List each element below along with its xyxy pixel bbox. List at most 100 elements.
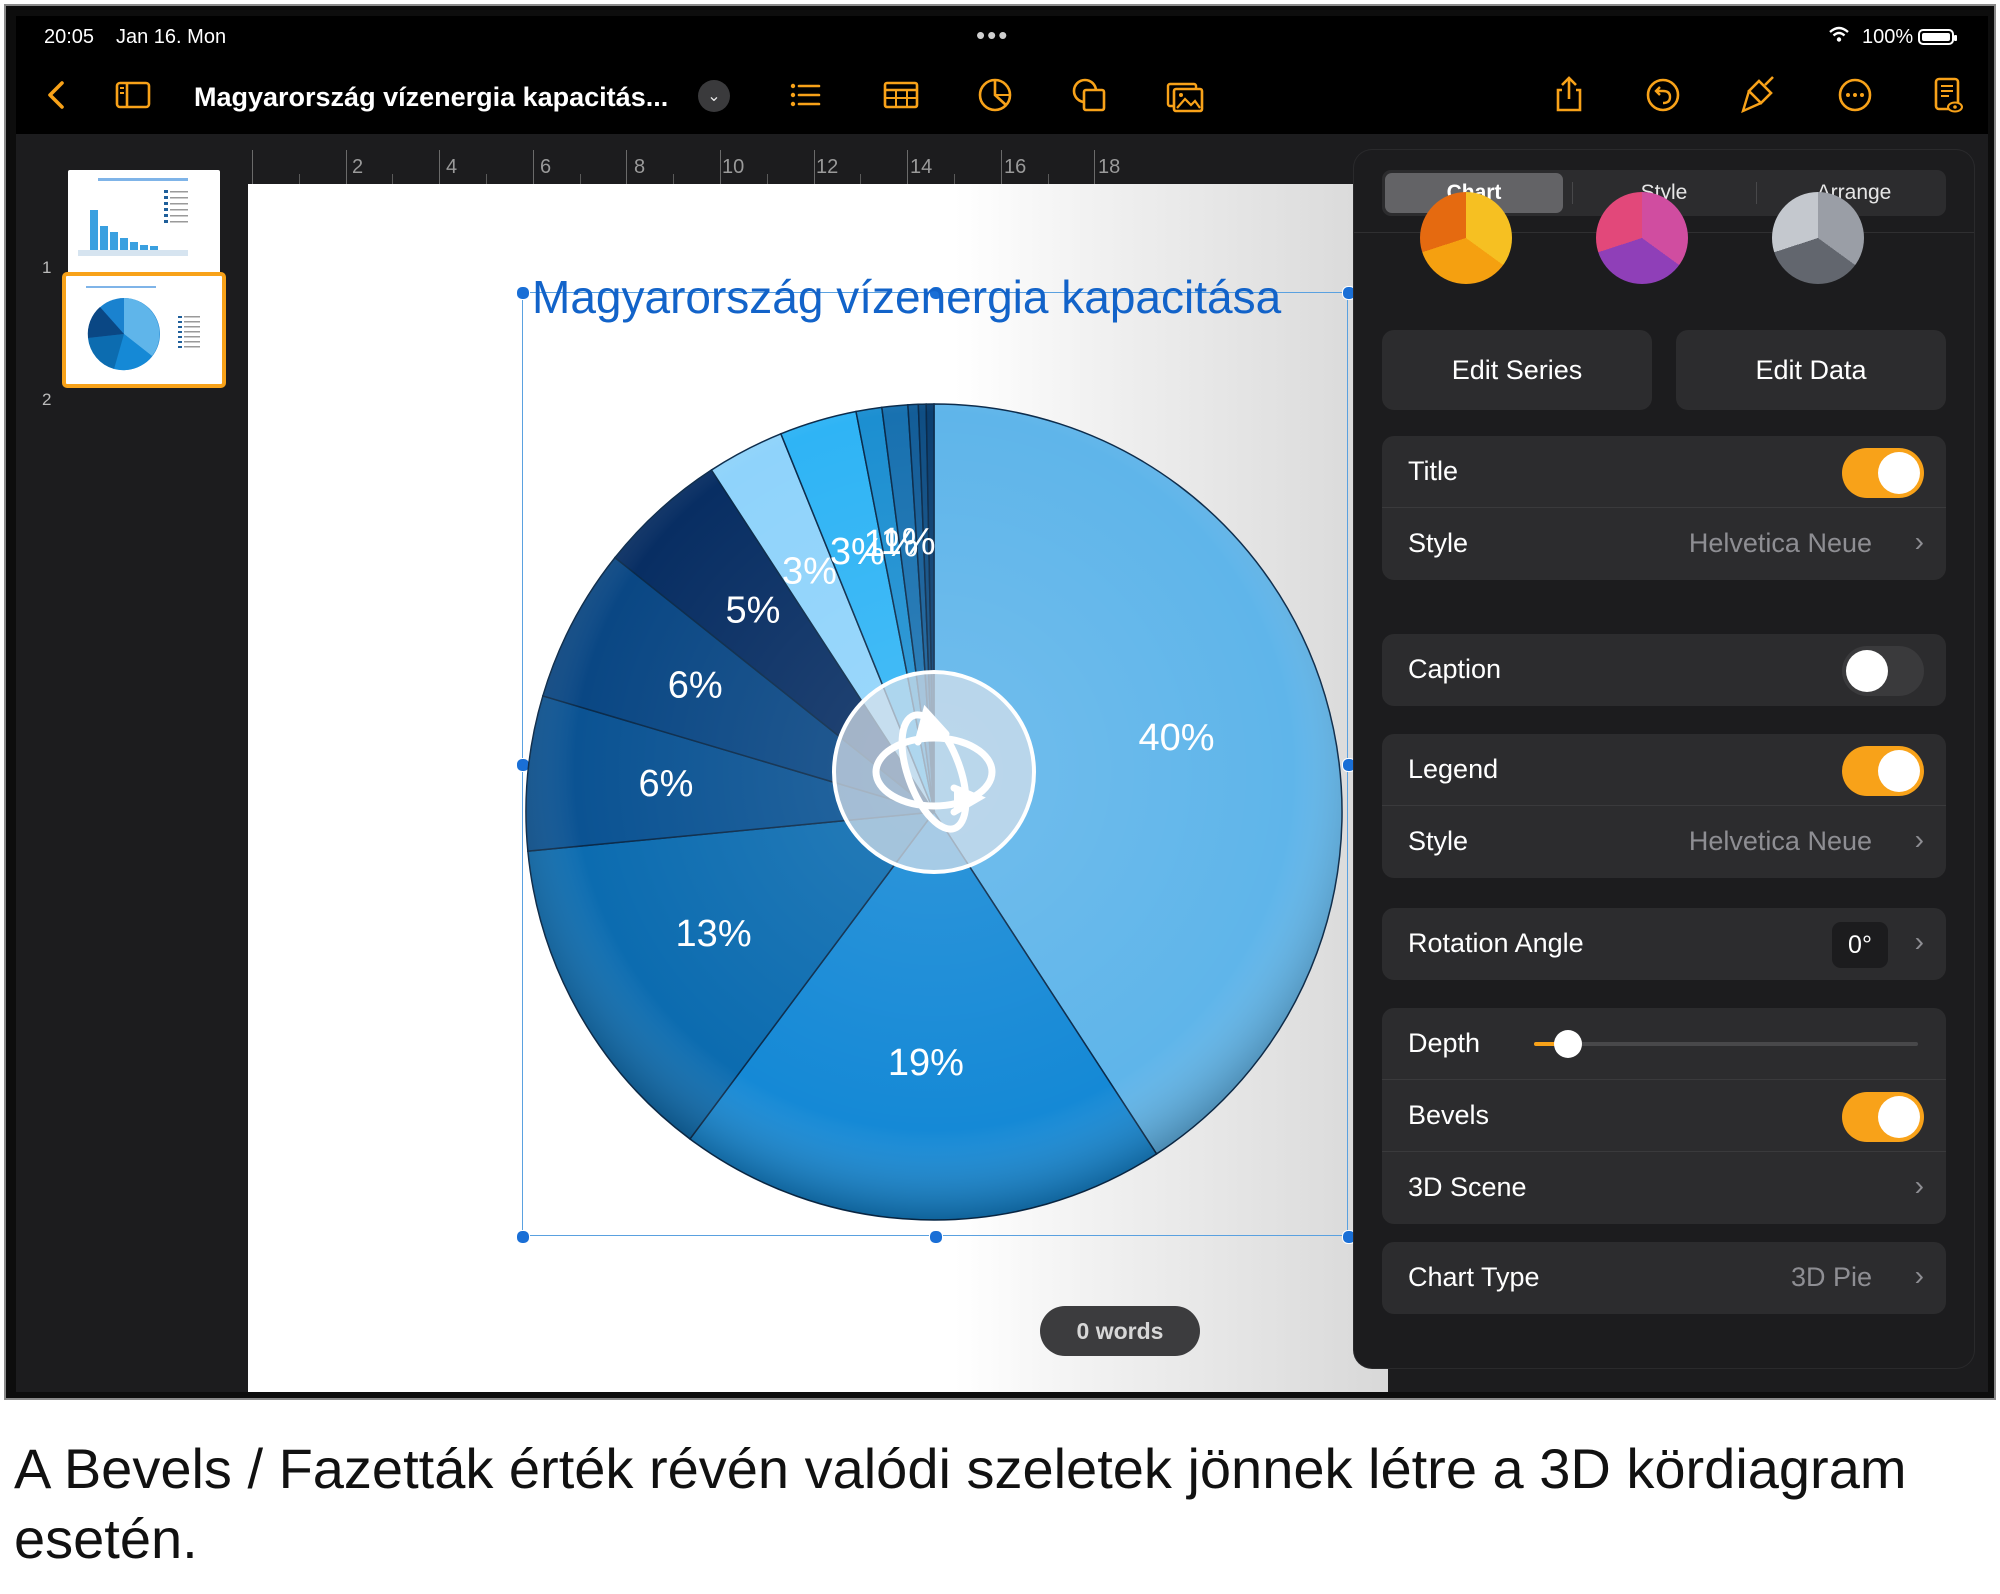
status-bar: 20:05 Jan 16. Mon ••• 100%	[16, 16, 1988, 60]
sidebar-toggle-icon[interactable]	[108, 70, 158, 120]
ruler-number: 6	[540, 156, 552, 178]
ruler-tick	[954, 174, 955, 184]
table-icon[interactable]	[876, 70, 926, 120]
ruler-tick	[1094, 150, 1096, 184]
share-icon[interactable]	[1544, 70, 1594, 120]
title-style-label: Style	[1408, 528, 1469, 558]
pie-slice-label: 19%	[888, 1042, 964, 1084]
legend-row: Legend	[1382, 734, 1946, 806]
rotation-angle-value[interactable]: 0°	[1832, 922, 1888, 968]
ruler-tick	[439, 150, 441, 184]
title-style-row[interactable]: Style Helvetica Neue ›	[1382, 508, 1946, 580]
title-toggle[interactable]	[1842, 448, 1924, 498]
depth-slider-track[interactable]	[1534, 1042, 1918, 1046]
chart-type-row[interactable]: Chart Type 3D Pie ›	[1382, 1242, 1946, 1314]
media-icon[interactable]	[1160, 70, 1210, 120]
color-swatch-gray[interactable]	[1772, 192, 1864, 284]
title-style-value: Helvetica Neue	[1688, 528, 1872, 558]
back-chevron-icon[interactable]	[32, 70, 82, 120]
word-count-badge: 0 words	[1040, 1306, 1200, 1356]
toolbar: Magyarország vízenergia kapacitás... ⌄	[16, 60, 1988, 134]
slide[interactable]: Magyarország vízenergia kapacitása 40% 19…	[248, 184, 1388, 1392]
pie-chart[interactable]: 40%19%13%6%6%5%3%3%1%1%	[524, 402, 1344, 1222]
chart-title[interactable]: Magyarország vízenergia kapacitása	[532, 270, 1281, 324]
legend-style-row[interactable]: Style Helvetica Neue ›	[1382, 806, 1946, 878]
rotate-3d-control[interactable]	[832, 670, 1036, 874]
depth-label: Depth	[1408, 1028, 1481, 1058]
ruler-tick	[392, 174, 394, 184]
ruler-number: 10	[722, 156, 745, 178]
pie-slice-label: 1%	[881, 521, 936, 563]
ruler-tick	[1000, 150, 1002, 184]
ruler-tick	[532, 150, 534, 184]
document-title[interactable]: Magyarország vízenergia kapacitás...	[194, 82, 668, 113]
format-brush-icon[interactable]	[1734, 70, 1784, 120]
bevels-label: Bevels	[1408, 1100, 1490, 1130]
ruler-tick	[252, 150, 253, 184]
battery-percent: 100%	[1862, 26, 1914, 48]
bevels-toggle[interactable]	[1842, 1092, 1924, 1142]
bevels-row: Bevels	[1382, 1080, 1946, 1152]
3d-scene-label: 3D Scene	[1408, 1172, 1527, 1202]
title-label: Title	[1408, 456, 1459, 486]
chart-type-value: 3D Pie	[1790, 1262, 1872, 1292]
caption-toggle[interactable]	[1842, 646, 1924, 696]
chevron-right-icon: ›	[1914, 926, 1924, 957]
legend-group: Legend Style Helvetica Neue ›	[1382, 734, 1946, 878]
title-chevron-down-icon[interactable]: ⌄	[698, 80, 730, 112]
ipad-screenshot-frame: 20:05 Jan 16. Mon ••• 100% Magyarország …	[4, 4, 1996, 1400]
presenter-notes-icon[interactable]	[1922, 70, 1972, 120]
pie-slice-label: 3%	[782, 550, 837, 592]
color-swatch-orange[interactable]	[1420, 192, 1512, 284]
undo-icon[interactable]	[1638, 70, 1688, 120]
ruler-tick	[673, 174, 675, 184]
color-swatch-purple[interactable]	[1596, 192, 1688, 284]
list-icon[interactable]	[780, 70, 830, 120]
chart-icon[interactable]	[970, 70, 1020, 120]
pie-slice-label: 6%	[639, 763, 694, 805]
edit-data-button[interactable]: Edit Data	[1676, 330, 1946, 410]
tab-divider	[1756, 182, 1757, 204]
resize-handle-bottom[interactable]	[929, 1230, 943, 1244]
ruler-number: 12	[816, 156, 839, 178]
chart-type-group: Chart Type 3D Pie ›	[1382, 1242, 1946, 1314]
rotation-group: Rotation Angle 0° ›	[1382, 908, 1946, 980]
ruler-tick	[345, 150, 347, 184]
shape-icon[interactable]	[1064, 70, 1114, 120]
title-group: Title Style Helvetica Neue ›	[1382, 436, 1946, 580]
slide-navigator: 1 2	[16, 134, 248, 1392]
slide-number-2: 2	[42, 390, 52, 409]
slide-thumbnail-1[interactable]	[68, 170, 220, 274]
resize-handle-top-left[interactable]	[516, 286, 530, 300]
depth-slider-knob[interactable]	[1554, 1030, 1582, 1058]
3d-scene-row[interactable]: 3D Scene ›	[1382, 1152, 1946, 1224]
slide-thumbnail-2[interactable]	[62, 272, 226, 388]
pie-slice-label: 13%	[676, 913, 752, 955]
pie-slice-label: 5%	[726, 590, 781, 632]
legend-label: Legend	[1408, 754, 1499, 784]
depth-row: Depth	[1382, 1008, 1946, 1080]
rotation-angle-row[interactable]: Rotation Angle 0° ›	[1382, 908, 1946, 980]
edit-series-button[interactable]: Edit Series	[1382, 330, 1652, 410]
ruler-tick	[1047, 174, 1049, 184]
legend-toggle[interactable]	[1842, 746, 1924, 796]
resize-handle-bottom-left[interactable]	[516, 1230, 530, 1244]
more-icon[interactable]	[1830, 70, 1880, 120]
chevron-right-icon: ›	[1914, 824, 1924, 855]
multitasking-dots-icon[interactable]: •••	[976, 20, 1009, 51]
chart-type-label: Chart Type	[1408, 1262, 1540, 1292]
caption-label: Caption	[1408, 654, 1502, 684]
ruler-tick	[813, 150, 815, 184]
caption-row: Caption	[1382, 634, 1946, 706]
rotation-angle-label: Rotation Angle	[1408, 928, 1584, 958]
status-time: 20:05	[44, 26, 95, 48]
caption-group: Caption	[1382, 634, 1946, 706]
chevron-right-icon: ›	[1914, 1260, 1924, 1291]
ruler-tick	[486, 174, 487, 184]
tab-divider	[1572, 182, 1573, 204]
ruler-number: 4	[446, 156, 458, 178]
ruler-tick	[579, 174, 581, 184]
ruler-number: 2	[352, 156, 364, 178]
ruler-number: 16	[1004, 156, 1027, 178]
status-date: Jan 16. Mon	[116, 26, 227, 48]
